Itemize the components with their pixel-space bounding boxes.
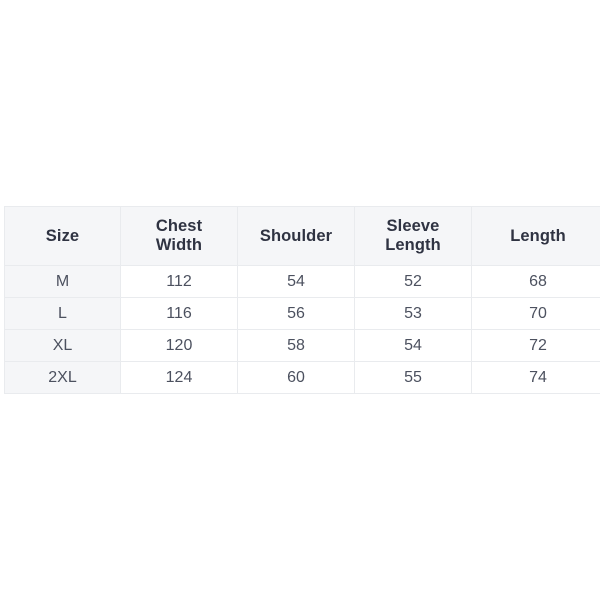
table-row: XL 120 58 54 72: [5, 330, 600, 362]
table-header: Size Chest Width Shoulder Sleeve Length …: [5, 207, 600, 266]
cell-sleeve-length: 55: [355, 362, 472, 394]
cell-length: 68: [472, 266, 600, 298]
cell-shoulder: 54: [238, 266, 355, 298]
cell-length: 72: [472, 330, 600, 362]
cell-chest-width: 112: [121, 266, 238, 298]
cell-shoulder: 58: [238, 330, 355, 362]
table-body: M 112 54 52 68 L 116 56 53 70 XL 120 58 …: [5, 266, 600, 394]
cell-sleeve-length: 52: [355, 266, 472, 298]
column-header-length-line-1: Length: [472, 227, 600, 246]
cell-shoulder: 56: [238, 298, 355, 330]
column-header-shoulder: Shoulder: [238, 207, 355, 266]
column-header-chest-width-line-1: Chest: [121, 217, 237, 236]
table-row: 2XL 124 60 55 74: [5, 362, 600, 394]
column-header-shoulder-line-1: Shoulder: [238, 227, 354, 246]
cell-chest-width: 120: [121, 330, 238, 362]
header-row: Size Chest Width Shoulder Sleeve Length …: [5, 207, 600, 266]
cell-size: M: [5, 266, 121, 298]
column-header-size: Size: [5, 207, 121, 266]
cell-sleeve-length: 54: [355, 330, 472, 362]
cell-size: XL: [5, 330, 121, 362]
cell-size: L: [5, 298, 121, 330]
cell-sleeve-length: 53: [355, 298, 472, 330]
column-header-chest-width-line-2: Width: [121, 236, 237, 255]
cell-length: 70: [472, 298, 600, 330]
cell-size: 2XL: [5, 362, 121, 394]
garment-size-chart-table: Size Chest Width Shoulder Sleeve Length …: [4, 206, 600, 394]
table-row: L 116 56 53 70: [5, 298, 600, 330]
column-header-sleeve-length-line-1: Sleeve: [355, 217, 471, 236]
column-header-sleeve-length: Sleeve Length: [355, 207, 472, 266]
size-chart-container: Size Chest Width Shoulder Sleeve Length …: [4, 206, 600, 394]
column-header-length: Length: [472, 207, 600, 266]
cell-shoulder: 60: [238, 362, 355, 394]
cell-chest-width: 116: [121, 298, 238, 330]
table-row: M 112 54 52 68: [5, 266, 600, 298]
column-header-sleeve-length-line-2: Length: [355, 236, 471, 255]
column-header-size-line-1: Size: [5, 227, 120, 246]
cell-length: 74: [472, 362, 600, 394]
cell-chest-width: 124: [121, 362, 238, 394]
column-header-chest-width: Chest Width: [121, 207, 238, 266]
